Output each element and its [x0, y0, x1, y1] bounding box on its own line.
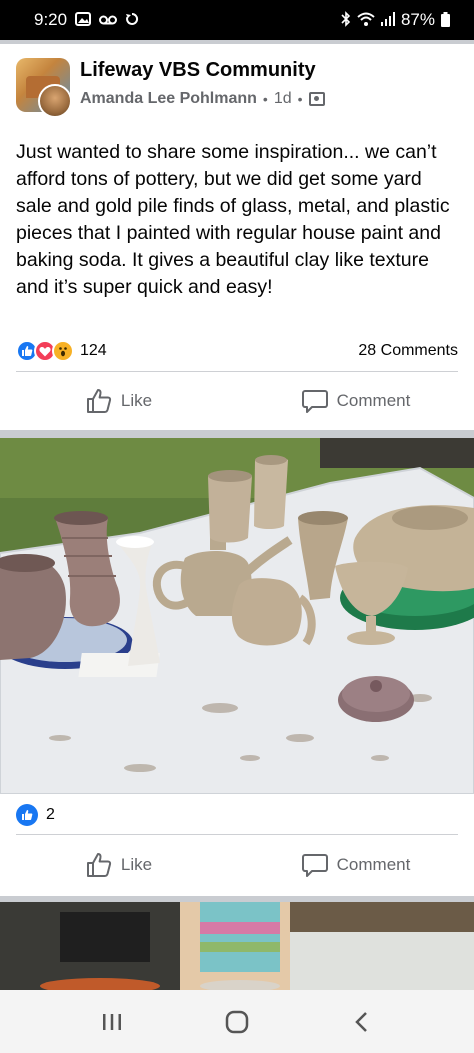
- photo-reactions-summary[interactable]: 2: [16, 804, 55, 826]
- photo-action-bar: Like Comment: [0, 836, 474, 894]
- like-label: Like: [120, 391, 153, 410]
- wifi-icon: [357, 12, 375, 28]
- recent-apps-icon: [103, 1013, 122, 1030]
- group-audience-icon: [308, 92, 325, 106]
- back-button[interactable]: [332, 1002, 392, 1042]
- post-photo[interactable]: [0, 438, 474, 794]
- like-button[interactable]: Like: [0, 836, 237, 894]
- like-button[interactable]: Like: [0, 372, 237, 430]
- bluetooth-icon: [341, 11, 351, 29]
- signal-icon: [380, 12, 395, 28]
- status-left: 9:20: [34, 10, 139, 30]
- group-avatar[interactable]: [16, 58, 72, 118]
- comment-label: Comment: [336, 855, 411, 874]
- header-text: Lifeway VBS Community Amanda Lee Pohlman…: [80, 58, 325, 108]
- battery-percent: 87%: [400, 10, 435, 29]
- post-time[interactable]: 1d: [274, 90, 292, 108]
- recent-apps-button[interactable]: [82, 1002, 142, 1042]
- like-reaction-icon: [16, 804, 38, 826]
- thumbs-up-icon: [86, 853, 112, 877]
- status-bar: 9:20 87%: [0, 0, 474, 40]
- divider: [16, 834, 458, 835]
- next-post-photo-peek[interactable]: [0, 902, 474, 990]
- photo-card: 2 Like Comment: [0, 438, 474, 896]
- sync-icon: [125, 12, 139, 28]
- post-body: Just wanted to share some inspiration...…: [16, 141, 450, 298]
- system-nav-bar: [0, 990, 474, 1053]
- status-right: 87%: [341, 10, 450, 30]
- home-icon: [225, 1010, 249, 1033]
- voicemail-icon: [99, 13, 118, 27]
- battery-icon: [441, 11, 450, 29]
- thumbs-up-icon: [86, 389, 112, 413]
- meta-separator-2: •: [297, 91, 303, 107]
- home-button[interactable]: [207, 1002, 267, 1042]
- status-time: 9:20: [34, 10, 68, 29]
- comment-bubble-icon: [301, 854, 328, 877]
- pottery-photo-illustration: [0, 438, 474, 794]
- comment-label: Comment: [336, 391, 411, 410]
- reactions-summary[interactable]: 124 28 Comments: [16, 339, 458, 363]
- next-photo-illustration: [0, 902, 474, 990]
- like-label: Like: [120, 855, 153, 874]
- user-avatar[interactable]: [38, 84, 72, 118]
- post-card: Lifeway VBS Community Amanda Lee Pohlman…: [0, 44, 474, 430]
- comment-count[interactable]: 28 Comments: [358, 342, 458, 360]
- back-chevron-icon: [354, 1011, 367, 1032]
- comment-button[interactable]: Comment: [237, 836, 474, 894]
- meta-separator: •: [262, 91, 268, 107]
- post-action-bar: Like Comment: [0, 372, 474, 430]
- wow-reaction-icon: [52, 340, 74, 362]
- post-meta: Amanda Lee Pohlmann • 1d •: [80, 90, 325, 108]
- author-name[interactable]: Amanda Lee Pohlmann: [80, 90, 257, 108]
- comment-bubble-icon: [301, 390, 328, 413]
- comment-button[interactable]: Comment: [237, 372, 474, 430]
- gallery-icon: [75, 12, 92, 28]
- group-name[interactable]: Lifeway VBS Community: [80, 59, 325, 82]
- post-header: Lifeway VBS Community Amanda Lee Pohlman…: [16, 58, 325, 118]
- reaction-count: 124: [80, 342, 107, 359]
- photo-reaction-count: 2: [46, 806, 55, 823]
